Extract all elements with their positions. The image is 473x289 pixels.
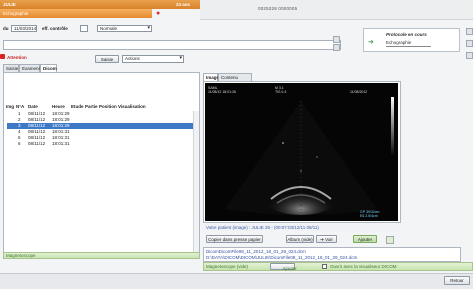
date-field[interactable]: 11/03/2014 [11, 25, 37, 32]
row-time: 18:01:29 [52, 123, 70, 128]
col-a[interactable]: A [21, 104, 24, 109]
dicom-viewer-checkbox[interactable] [322, 264, 327, 269]
window-status-bar [0, 273, 473, 289]
image-info-text: Votre patient (image) : JULIE 25 - (00:0… [206, 225, 319, 230]
tool-b-icon[interactable] [466, 40, 473, 47]
tab-examens[interactable]: Examens [19, 64, 41, 72]
overlay-mid2: TIS 0.4 [275, 90, 287, 94]
bottom-ajouter-button[interactable]: Ajouter [270, 263, 297, 271]
date-label: du [3, 26, 9, 31]
row-number: 3 [18, 123, 21, 128]
retour-label: Retour [450, 278, 464, 283]
row-date: 08/11/12 [28, 141, 46, 146]
ultrasound-image[interactable]: SAML 11/08/12 18:01:26 M 3.1 TIS 0.4 11/… [205, 83, 398, 221]
exam-type-bar[interactable]: Echographie [0, 9, 152, 18]
row-time: 18:01:29 [52, 111, 70, 116]
patient-name: JULIE [3, 2, 16, 7]
col-partie[interactable]: Partie [85, 104, 98, 109]
row-time: 18:01:31 [52, 129, 70, 134]
protocol-title: Protocole en cours [386, 32, 427, 37]
row-time: 18:01:31 [52, 135, 70, 140]
actions-select[interactable]: Actions [122, 55, 184, 63]
row-time: 18:01:29 [52, 117, 70, 122]
patient-header: JULIE 24 ans [0, 0, 200, 9]
copy-clipboard-label: Copier dans presse papier [208, 237, 261, 242]
tool-a-icon[interactable] [466, 28, 473, 35]
album-label: Album (vide) [287, 237, 313, 242]
row-number: 1 [18, 111, 21, 116]
protocol-panel: Protocole en cours ➔ Echographie [363, 28, 460, 52]
col-visualisation[interactable]: Visualisation [118, 104, 146, 109]
exam-type-label: Echographie [3, 11, 29, 16]
retour-button[interactable]: Retour [444, 276, 470, 285]
ajouter-label: Ajouter [357, 237, 373, 242]
voir-arrow-icon: ➔ [320, 237, 324, 242]
left-status-bar: Magnetoscope [3, 252, 200, 259]
ultrasound-graphic [225, 97, 394, 215]
file-path-2: D:\DATA\DICOM\DICOM\JULIE\DicomFile08_11… [206, 255, 358, 260]
col-date[interactable]: Date [28, 104, 38, 109]
image-add-icon[interactable] [386, 236, 394, 244]
file-path-box: DicomDicomFile08_11_2012_18_01_29_024.dc… [203, 247, 461, 262]
dicom-viewer-checkbox-label: Ouvrir avec la visualiseur DICOM [330, 264, 397, 269]
right-side-tools [466, 24, 473, 64]
col-position[interactable]: Position [99, 104, 117, 109]
bottom-ajouter-label: Ajouter [282, 266, 297, 271]
top-toolbar [200, 0, 473, 20]
album-button[interactable]: Album (vide) [286, 235, 314, 243]
protocol-item[interactable]: Echographie [386, 40, 411, 45]
bottom-status-bar: Magnetoscope (vide) Ajouter Ouvrir avec … [203, 262, 473, 271]
row-date: 08/11/12 [28, 135, 46, 140]
row-number: 5 [18, 135, 21, 140]
attention-icon [0, 54, 5, 59]
col-etude[interactable]: Etude [71, 104, 84, 109]
scale-text-2: E6 2.5/4cm [360, 214, 378, 218]
cote-label: eff. contrôle [42, 26, 68, 31]
scroll-down-icon[interactable] [333, 44, 340, 51]
comment-field[interactable] [3, 40, 341, 50]
tab-saisie[interactable]: Saisie [3, 64, 19, 72]
row-date: 08/11/12 [28, 123, 46, 128]
row-number: 2 [18, 117, 21, 122]
row-date: 08/11/12 [28, 129, 46, 134]
col-heure[interactable]: Heure [52, 104, 65, 109]
saisie-button[interactable]: Saisie [95, 55, 119, 63]
row-time: 18:01:31 [52, 141, 70, 146]
table-row[interactable]: 6 08/11/12 18:01:31 [7, 141, 193, 147]
overlay-right: 11/08/2012 [350, 90, 368, 94]
row-date: 08/11/12 [28, 111, 46, 116]
protocol-arrow-icon: ➔ [368, 39, 374, 46]
overlay-left2: 11/08/12 18:01:26 [208, 90, 236, 94]
row-number: 4 [18, 129, 21, 134]
attention-label: Attention [7, 55, 27, 60]
voir-button[interactable]: ➔ Voir [316, 235, 337, 243]
saisie-label: Saisie [100, 57, 114, 62]
status-select[interactable]: Normale [97, 25, 152, 32]
cote-field[interactable] [80, 25, 88, 32]
tab-dicom[interactable]: Dicom [40, 64, 57, 72]
patient-id: 0025328 0000005 [258, 6, 298, 11]
row-date: 08/11/12 [28, 117, 46, 122]
copy-clipboard-button[interactable]: Copier dans presse papier [206, 235, 263, 243]
col-img[interactable]: Img [6, 104, 14, 109]
tool-c-icon[interactable] [466, 52, 473, 59]
patient-age: 24 ans [176, 2, 191, 7]
tab-dicom-content[interactable]: Contenu DICOM [218, 73, 252, 87]
file-path-1: DicomDicomFile08_11_2012_18_01_29_024.dc… [206, 249, 306, 254]
alert-icon[interactable]: ● [156, 10, 164, 17]
exam-form-row: du 11/03/2014 eff. contrôle Normale [0, 24, 340, 36]
ajouter-button[interactable]: Ajouter [353, 235, 377, 243]
image-list-panel [3, 72, 200, 257]
scroll-up-icon[interactable] [333, 36, 340, 43]
row-number: 6 [18, 141, 21, 146]
left-status-text: Magnetoscope [6, 253, 36, 258]
protocol-divider [386, 46, 431, 47]
tab-image[interactable]: Image [203, 73, 219, 81]
voir-label: Voir [325, 237, 333, 242]
list-scrollbar[interactable] [193, 111, 199, 257]
bottom-status-text: Magnetoscope (vide) [206, 264, 249, 269]
